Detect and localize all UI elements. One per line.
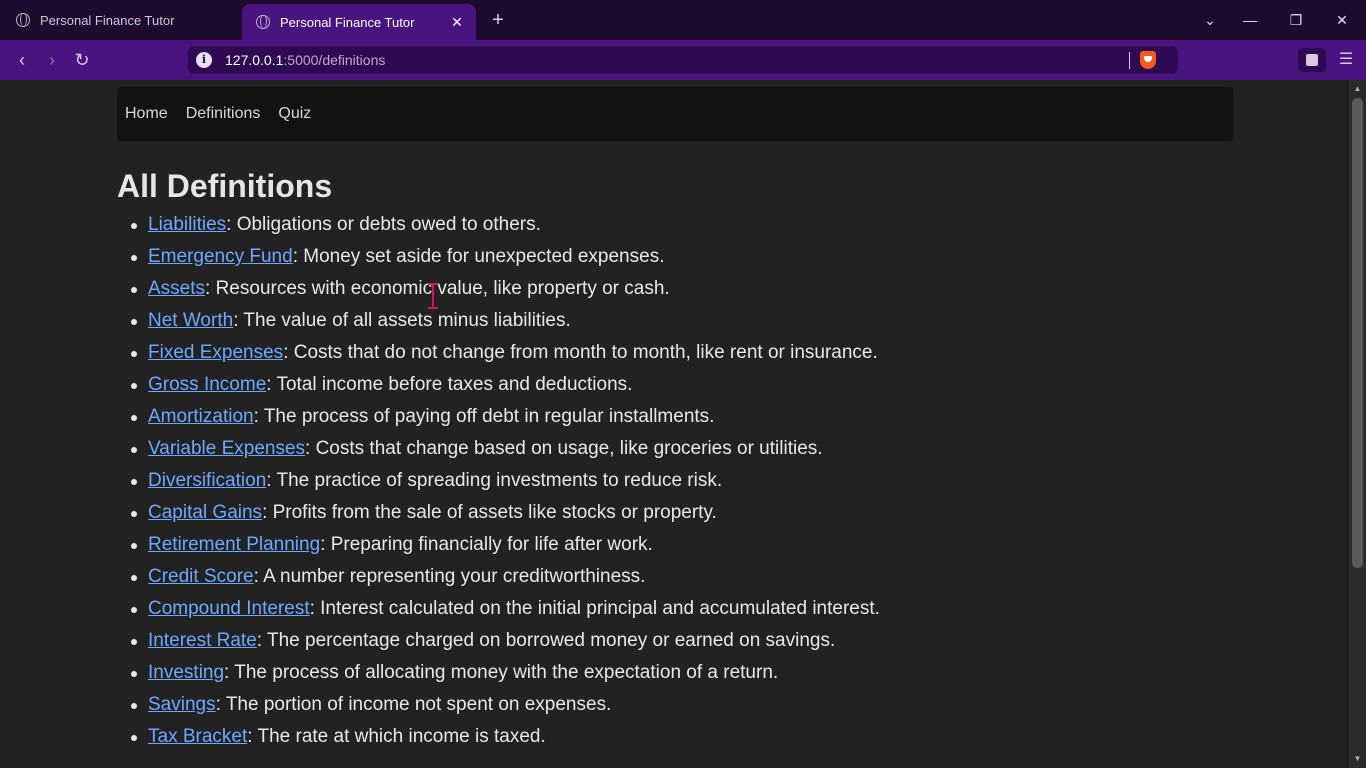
definition-term-link[interactable]: Investing bbox=[148, 662, 224, 683]
definition-description: : The process of allocating money with t… bbox=[224, 662, 779, 683]
definition-term-link[interactable]: Compound Interest bbox=[148, 598, 310, 619]
definition-term-link[interactable]: Amortization bbox=[148, 406, 254, 427]
reload-icon[interactable]: ↻ bbox=[70, 48, 94, 72]
definition-description: : Preparing financially for life after w… bbox=[320, 534, 653, 555]
page-viewport: Home Definitions Quiz All Definitions Li… bbox=[0, 80, 1349, 768]
definitions-list: Liabilities: Obligations or debts owed t… bbox=[131, 209, 880, 753]
tab-title: Personal Finance Tutor bbox=[40, 12, 175, 28]
toolbar: ‹ › ↻ i 127.0.0.1:5000/definitions ☰ bbox=[0, 40, 1366, 80]
definition-description: : The practice of spreading investments … bbox=[266, 470, 723, 491]
definition-item: Compound Interest: Interest calculated o… bbox=[131, 593, 880, 625]
definition-item: Amortization: The process of paying off … bbox=[131, 401, 880, 433]
minimize-icon[interactable]: — bbox=[1238, 8, 1262, 32]
browser-tab-1[interactable]: Personal Finance Tutor bbox=[0, 0, 240, 40]
nav-definitions-link[interactable]: Definitions bbox=[186, 105, 261, 123]
definition-item: Credit Score: A number representing your… bbox=[131, 561, 880, 593]
menu-icon[interactable]: ☰ bbox=[1334, 48, 1358, 72]
tab-title: Personal Finance Tutor bbox=[280, 14, 415, 30]
definition-term-link[interactable]: Interest Rate bbox=[148, 630, 257, 651]
site-info-icon[interactable]: i bbox=[196, 52, 212, 68]
definition-item: Variable Expenses: Costs that change bas… bbox=[131, 433, 880, 465]
definition-term-link[interactable]: Savings bbox=[148, 694, 216, 715]
definition-description: : Profits from the sale of assets like s… bbox=[262, 502, 717, 523]
definition-term-link[interactable]: Liabilities bbox=[148, 214, 226, 235]
scroll-up-icon[interactable]: ▲ bbox=[1349, 82, 1366, 96]
nav-quiz-link[interactable]: Quiz bbox=[278, 105, 311, 123]
site-navbar: Home Definitions Quiz bbox=[117, 87, 1233, 141]
definition-item: Diversification: The practice of spreadi… bbox=[131, 465, 880, 497]
definition-description: : Total income before taxes and deductio… bbox=[266, 374, 633, 395]
definition-item: Liabilities: Obligations or debts owed t… bbox=[131, 209, 880, 241]
new-tab-icon[interactable]: + bbox=[486, 8, 510, 32]
definition-term-link[interactable]: Variable Expenses bbox=[148, 438, 305, 459]
browser-tab-2[interactable]: Personal Finance Tutor ✕ bbox=[242, 4, 476, 40]
scroll-down-icon[interactable]: ▼ bbox=[1349, 752, 1366, 766]
definition-description: : The percentage charged on borrowed mon… bbox=[256, 630, 836, 651]
definition-description: : Obligations or debts owed to others. bbox=[226, 214, 541, 235]
definition-item: Assets: Resources with economic value, l… bbox=[131, 273, 880, 305]
definition-item: Net Worth: The value of all assets minus… bbox=[131, 305, 880, 337]
definition-item: Interest Rate: The percentage charged on… bbox=[131, 625, 880, 657]
definition-item: Retirement Planning: Preparing financial… bbox=[131, 529, 880, 561]
tab-bar: Personal Finance Tutor Personal Finance … bbox=[0, 0, 1366, 40]
definition-item: Gross Income: Total income before taxes … bbox=[131, 369, 880, 401]
definition-item: Tax Bracket: The rate at which income is… bbox=[131, 721, 880, 753]
definition-description: : Money set aside for unexpected expense… bbox=[292, 246, 665, 267]
close-window-icon[interactable]: ✕ bbox=[1330, 8, 1354, 32]
definition-description: : The process of paying off debt in regu… bbox=[253, 406, 715, 427]
definition-description: : The rate at which income is taxed. bbox=[247, 726, 546, 747]
definition-term-link[interactable]: Diversification bbox=[148, 470, 266, 491]
brave-shields-icon[interactable] bbox=[1140, 51, 1156, 69]
definition-description: : A number representing your creditworth… bbox=[253, 566, 646, 587]
back-icon[interactable]: ‹ bbox=[10, 48, 34, 72]
definition-description: : Resources with economic value, like pr… bbox=[205, 278, 670, 299]
definition-item: Fixed Expenses: Costs that do not change… bbox=[131, 337, 880, 369]
scrollbar[interactable]: ▲ ▼ bbox=[1349, 80, 1366, 768]
definition-term-link[interactable]: Fixed Expenses bbox=[148, 342, 283, 363]
close-tab-icon[interactable]: ✕ bbox=[448, 13, 466, 31]
definition-item: Investing: The process of allocating mon… bbox=[131, 657, 880, 689]
definition-description: : The portion of income not spent on exp… bbox=[215, 694, 612, 715]
url-text[interactable]: 127.0.0.1:5000/definitions bbox=[225, 52, 385, 68]
definition-description: : Costs that do not change from month to… bbox=[283, 342, 878, 363]
definition-term-link[interactable]: Retirement Planning bbox=[148, 534, 320, 555]
wallet-icon[interactable] bbox=[1298, 48, 1326, 72]
restore-icon[interactable]: ❐ bbox=[1284, 8, 1308, 32]
definition-description: : The value of all assets minus liabilit… bbox=[233, 310, 571, 331]
globe-icon bbox=[16, 13, 30, 27]
tab-search-chevron-icon[interactable]: ⌄ bbox=[1198, 8, 1222, 32]
address-bar[interactable]: i 127.0.0.1:5000/definitions bbox=[188, 46, 1178, 74]
page-title: All Definitions bbox=[117, 168, 333, 204]
definition-item: Savings: The portion of income not spent… bbox=[131, 689, 880, 721]
definition-term-link[interactable]: Emergency Fund bbox=[148, 246, 293, 267]
forward-icon[interactable]: › bbox=[40, 48, 64, 72]
definition-item: Capital Gains: Profits from the sale of … bbox=[131, 497, 880, 529]
definition-description: : Interest calculated on the initial pri… bbox=[309, 598, 880, 619]
divider bbox=[1129, 52, 1130, 69]
definition-item: Emergency Fund: Money set aside for unex… bbox=[131, 241, 880, 273]
definition-term-link[interactable]: Capital Gains bbox=[148, 502, 262, 523]
text-cursor-icon bbox=[428, 283, 438, 309]
globe-icon bbox=[256, 15, 270, 29]
definition-term-link[interactable]: Net Worth bbox=[148, 310, 233, 331]
definition-term-link[interactable]: Credit Score bbox=[148, 566, 254, 587]
definition-term-link[interactable]: Gross Income bbox=[148, 374, 266, 395]
definition-description: : Costs that change based on usage, like… bbox=[305, 438, 823, 459]
scrollbar-thumb[interactable] bbox=[1352, 98, 1363, 568]
definition-term-link[interactable]: Assets bbox=[148, 278, 205, 299]
definition-term-link[interactable]: Tax Bracket bbox=[148, 726, 247, 747]
nav-home-link[interactable]: Home bbox=[125, 105, 168, 123]
